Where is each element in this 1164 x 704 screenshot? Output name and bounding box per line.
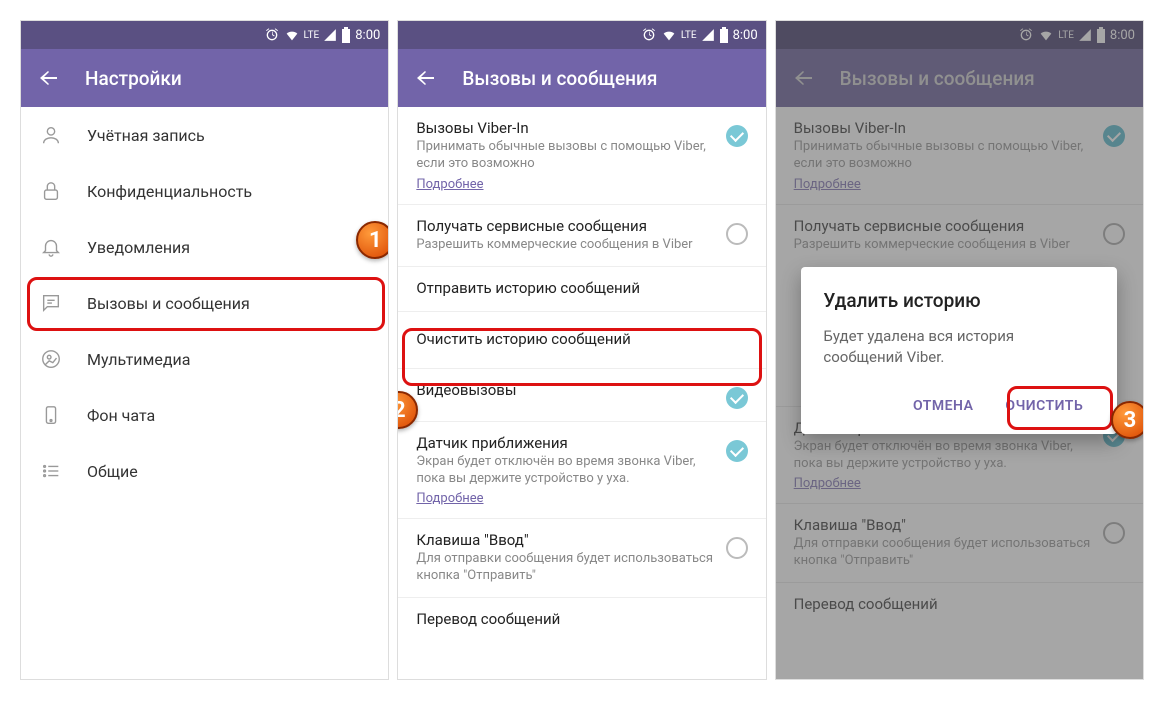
item-label: Учётная запись xyxy=(87,126,205,145)
item-notifications[interactable]: Уведомления xyxy=(21,219,388,275)
settings-list: Учётная запись Конфиденциальность Уведом… xyxy=(21,107,388,499)
phone-screen-3: LTE 8:00 Вызовы и сообщения Вызовы Viber… xyxy=(775,20,1144,680)
item-label: Фон чата xyxy=(87,406,155,425)
item-general[interactable]: Общие xyxy=(21,443,388,499)
list-icon xyxy=(39,459,63,483)
item-multimedia[interactable]: Мультимедиа xyxy=(21,331,388,387)
lock-icon xyxy=(39,179,63,203)
setting-service-messages[interactable]: Получать сервисные сообщения Разрешить к… xyxy=(398,204,765,266)
cancel-button[interactable]: ОТМЕНА xyxy=(901,388,985,424)
setting-title: Отправить историю сообщений xyxy=(416,279,747,297)
setting-title: Клавиша "Ввод" xyxy=(416,531,713,549)
item-label: Мультимедиа xyxy=(87,350,190,369)
clock-text: 8:00 xyxy=(355,28,380,43)
back-icon[interactable] xyxy=(37,66,61,90)
dialog-message: Будет удалена вся история сообщений Vibe… xyxy=(823,326,1095,368)
dialog-title: Удалить историю xyxy=(823,289,1095,312)
status-bar: LTE 8:00 xyxy=(398,21,765,49)
setting-enter-key[interactable]: Клавиша "Ввод" Для отправки сообщения бу… xyxy=(398,518,765,597)
phone-screen-2: LTE 8:00 Вызовы и сообщения Вызовы Viber… xyxy=(397,20,766,680)
lte-label: LTE xyxy=(304,30,320,41)
settings-detail-list: Вызовы Viber-In Принимать обычные вызовы… xyxy=(398,107,765,642)
setting-subtitle: Разрешить коммерческие сообщения в Viber xyxy=(416,237,713,254)
wifi-icon xyxy=(661,27,677,43)
setting-title: Очистить историю сообщений xyxy=(416,330,747,348)
confirm-button[interactable]: ОЧИСТИТЬ xyxy=(993,388,1095,424)
radio-off-icon[interactable] xyxy=(726,223,748,245)
item-label: Уведомления xyxy=(87,238,190,257)
setting-proximity[interactable]: Датчик приближения Экран будет отключён … xyxy=(398,421,765,519)
setting-title: Перевод сообщений xyxy=(416,610,747,628)
page-title: Настройки xyxy=(85,67,182,90)
status-bar: LTE 8:00 xyxy=(21,21,388,49)
setting-viber-in[interactable]: Вызовы Viber-In Принимать обычные вызовы… xyxy=(398,107,765,204)
media-icon xyxy=(39,347,63,371)
battery-icon xyxy=(341,27,351,43)
setting-subtitle: Принимать обычные вызовы с помощью Viber… xyxy=(416,139,713,173)
setting-subtitle: Экран будет отключён во время звонка Vib… xyxy=(416,454,713,488)
alarm-icon xyxy=(641,27,657,43)
setting-title: Видеовызовы xyxy=(416,381,713,399)
app-bar: Настройки xyxy=(21,49,388,107)
item-privacy[interactable]: Конфиденциальность xyxy=(21,163,388,219)
item-account[interactable]: Учётная запись xyxy=(21,107,388,163)
radio-on-icon[interactable] xyxy=(726,125,748,147)
chat-icon xyxy=(39,291,63,315)
person-icon xyxy=(39,123,63,147)
setting-clear-history[interactable]: Очистить историю сообщений xyxy=(398,311,765,368)
lte-label: LTE xyxy=(681,30,697,41)
setting-video-calls[interactable]: Видеовызовы xyxy=(398,368,765,421)
radio-on-icon[interactable] xyxy=(726,440,748,462)
item-calls-messages[interactable]: Вызовы и сообщения xyxy=(21,275,388,331)
app-bar: Вызовы и сообщения xyxy=(398,49,765,107)
item-chat-background[interactable]: Фон чата xyxy=(21,387,388,443)
setting-subtitle: Для отправки сообщения будет использоват… xyxy=(416,551,713,585)
more-link[interactable]: Подробнее xyxy=(416,491,483,506)
page-title: Вызовы и сообщения xyxy=(462,67,657,90)
badge-1: 1 xyxy=(356,221,389,259)
wifi-icon xyxy=(284,27,300,43)
setting-send-history[interactable]: Отправить историю сообщений xyxy=(398,266,765,311)
item-label: Общие xyxy=(87,462,138,481)
modal-overlay[interactable]: Удалить историю Будет удалена вся истори… xyxy=(776,21,1143,679)
setting-title: Получать сервисные сообщения xyxy=(416,217,713,235)
confirm-dialog: Удалить историю Будет удалена вся истори… xyxy=(801,267,1117,434)
badge-3: 3 xyxy=(1111,401,1144,439)
signal-icon xyxy=(323,28,337,42)
item-label: Вызовы и сообщения xyxy=(87,294,250,313)
setting-title: Вызовы Viber-In xyxy=(416,119,713,137)
phone-frame-icon xyxy=(39,403,63,427)
battery-icon xyxy=(719,27,729,43)
dialog-actions: ОТМЕНА ОЧИСТИТЬ xyxy=(823,388,1095,424)
alarm-icon xyxy=(264,27,280,43)
setting-translate[interactable]: Перевод сообщений xyxy=(398,597,765,642)
more-link[interactable]: Подробнее xyxy=(416,177,483,192)
signal-icon xyxy=(701,28,715,42)
radio-on-icon[interactable] xyxy=(726,387,748,409)
phone-screen-1: LTE 8:00 Настройки Учётная запись Конфид… xyxy=(20,20,389,680)
item-label: Конфиденциальность xyxy=(87,182,252,201)
clock-text: 8:00 xyxy=(733,28,758,43)
radio-off-icon[interactable] xyxy=(726,537,748,559)
setting-title: Датчик приближения xyxy=(416,434,713,452)
back-icon[interactable] xyxy=(414,66,438,90)
bell-icon xyxy=(39,235,63,259)
